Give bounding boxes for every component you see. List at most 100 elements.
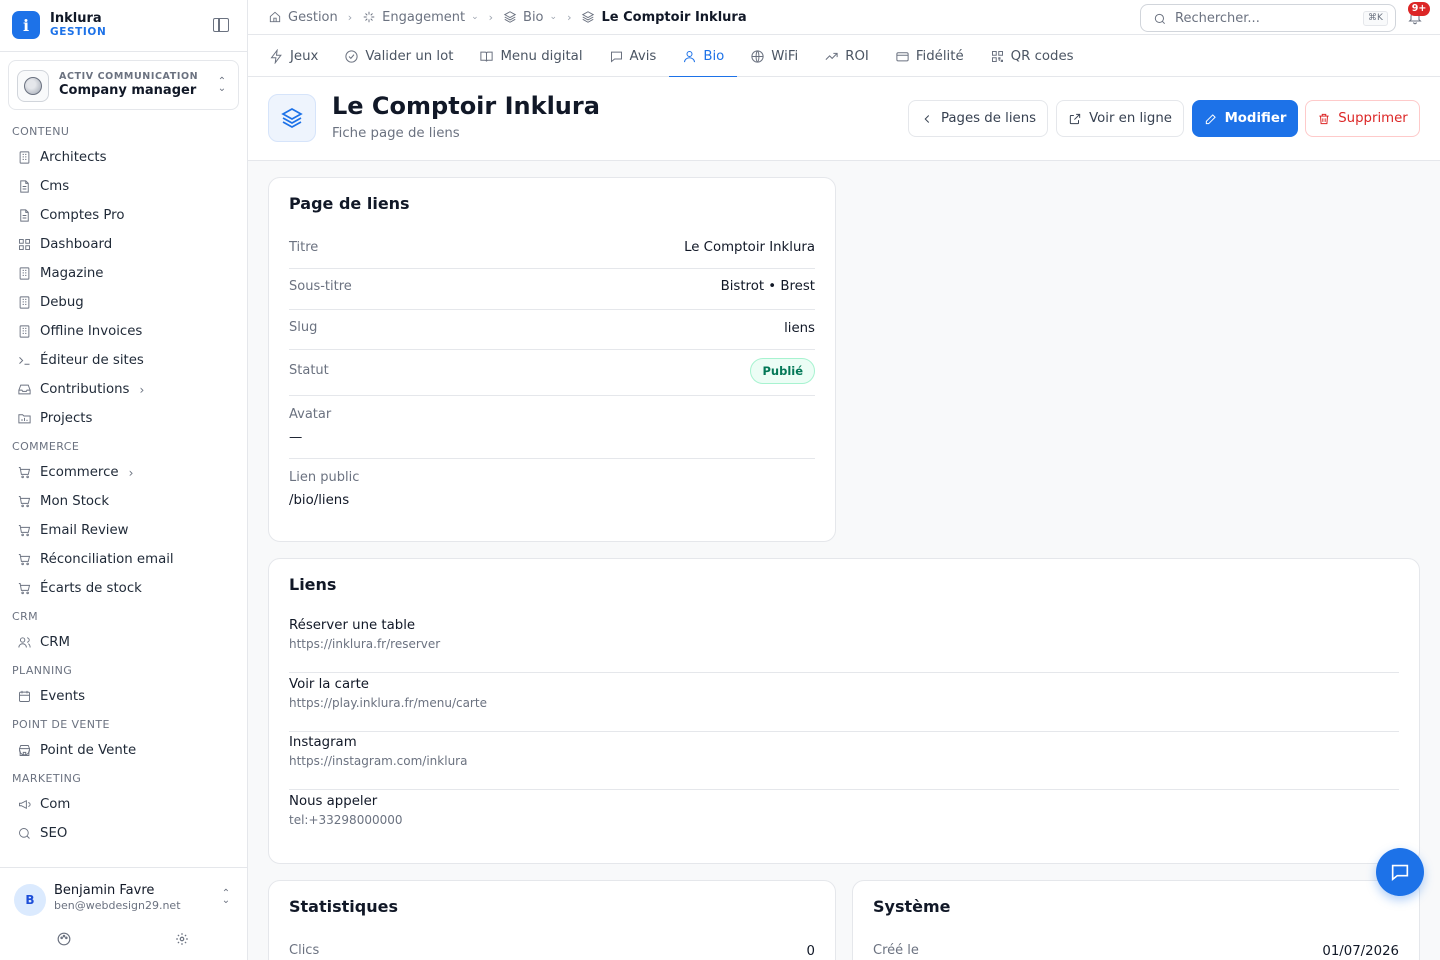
link-title: Voir la carte [289, 676, 369, 692]
sidebar-item-projects[interactable]: Projects [0, 404, 247, 433]
trend-icon [825, 52, 838, 60]
page-title: Le Comptoir Inklura [332, 92, 600, 120]
breadcrumb-item[interactable]: Engagement ⌄ [362, 10, 479, 25]
sidebar-item-comptes-pro[interactable]: Comptes Pro [0, 201, 247, 230]
breadcrumb-label: Bio [523, 9, 544, 25]
sidebar-item-ecommerce[interactable]: Ecommerce › [0, 458, 247, 487]
chat-button[interactable] [1376, 848, 1424, 896]
sidebar-item-label: Contributions [40, 382, 130, 397]
breadcrumb-separator: › [488, 10, 494, 24]
brand-subtitle: GESTION [50, 26, 107, 38]
sidebar-item-com[interactable]: Com [0, 790, 247, 819]
link-url[interactable]: https://inklura.fr/reserver [289, 637, 440, 651]
brand-name: Inklura [50, 11, 102, 26]
megaphone-icon [16, 797, 32, 813]
tab-wifi[interactable]: WiFi [737, 35, 811, 77]
search-input[interactable] [1175, 9, 1355, 27]
link-item[interactable]: Réserver une table https://inklura.fr/res… [289, 614, 1399, 673]
sidebar-item-ecarts-de-stock[interactable]: Écarts de stock [0, 574, 247, 603]
building-icon [19, 267, 29, 280]
sidebar-item-email-review[interactable]: Email Review [0, 516, 247, 545]
row-label: Clics [289, 943, 320, 958]
chevron-updown-icon: ⌃ ⌄ [217, 76, 227, 94]
sidebar-item-cms[interactable]: Cms [0, 172, 247, 201]
link-url[interactable]: https://play.inklura.fr/menu/carte [289, 696, 487, 710]
sidebar-item-label: Mon Stock [40, 494, 110, 509]
bolt-icon [270, 48, 282, 64]
link-item[interactable]: Voir la carte https://play.inklura.fr/men… [289, 673, 1399, 732]
breadcrumb-item[interactable]: Gestion [268, 10, 338, 25]
nav-section-title: PLANNING [12, 664, 73, 677]
tab-bio[interactable]: Bio [669, 35, 738, 78]
cart-icon [16, 552, 32, 568]
sidebar-item-editeur-de-sites[interactable]: Éditeur de sites [0, 346, 247, 375]
brand-logo[interactable]: i [12, 11, 40, 39]
sidebar-item-crm[interactable]: CRM [0, 628, 247, 657]
sidebar-item-label: Com [40, 797, 71, 812]
tab-qr-codes[interactable]: QR codes [977, 35, 1087, 77]
sidebar-item-point-de-vente[interactable]: Point de Vente [0, 736, 247, 765]
sidebar-item-offline-invoices[interactable]: Offline Invoices [0, 317, 247, 346]
link-url[interactable]: tel:+33298000000 [289, 813, 403, 827]
sidebar-item-architects[interactable]: Architects [0, 143, 247, 172]
sidebar-item-label: CRM [40, 635, 70, 650]
breadcrumb-item[interactable]: Bio ⌄ [503, 10, 557, 25]
edit-button[interactable]: Modifier [1192, 100, 1298, 137]
sidebar-item-contributions[interactable]: Contributions › [0, 375, 247, 404]
layers-icon [268, 94, 316, 142]
chevron-right-icon: › [128, 465, 134, 480]
sidebar-item-events[interactable]: Events [0, 682, 247, 711]
view-online-button[interactable]: Voir en ligne [1056, 100, 1184, 137]
company-avatar [17, 70, 49, 102]
status-badge: Publié [750, 358, 815, 384]
public-link[interactable]: /bio/liens [289, 493, 349, 508]
row-label: Titre [289, 240, 319, 255]
sidebar-item-seo[interactable]: SEO [0, 819, 247, 848]
edit-button-label: Modifier [1224, 111, 1287, 126]
search-icon [1154, 13, 1166, 25]
tab-fidelite[interactable]: Fidélité [882, 35, 977, 77]
sidebar-item-label: Réconciliation email [40, 552, 174, 567]
search-box[interactable]: ⌘K [1140, 4, 1396, 32]
sidebar-item-mon-stock[interactable]: Mon Stock [0, 487, 247, 516]
sidebar-item-label: Écarts de stock [40, 581, 142, 596]
sidebar-item-dashboard[interactable]: Dashboard [0, 230, 247, 259]
sidebar: i Inklura GESTION ACTIV COMMUNICATION Co… [0, 0, 248, 960]
tab-menu-digital[interactable]: Menu digital [466, 35, 595, 77]
palette-icon[interactable] [57, 932, 71, 946]
chevron-down-icon[interactable]: ⌄ [471, 12, 479, 22]
row-value: liens [784, 321, 815, 336]
link-title: Instagram [289, 735, 357, 750]
chevron-left-icon [924, 114, 930, 123]
created-value: 01/07/2026 [1322, 944, 1399, 959]
chevron-down-icon[interactable]: ⌄ [550, 12, 558, 22]
company-switcher[interactable]: ACTIV COMMUNICATION Company manager ⌃ ⌄ [8, 60, 239, 110]
sidebar-item-reconciliation-email[interactable]: Réconciliation email [0, 545, 247, 574]
module-tabs: Jeux Valider un lot Menu digital Avis Bio WiF… [248, 35, 1440, 78]
breadcrumb-item: Le Comptoir Inklura [581, 10, 747, 25]
sidebar-item-magazine[interactable]: Magazine [0, 259, 247, 288]
cart-icon [18, 554, 30, 566]
chat-icon [1391, 864, 1409, 882]
delete-button[interactable]: Supprimer [1305, 100, 1420, 137]
tab-roi[interactable]: ROI [811, 35, 882, 77]
user-menu[interactable]: B Benjamin Favre ben@webdesign29.net ⌃ ⌄ [0, 867, 247, 960]
link-item[interactable]: Instagram https://instagram.com/inklura [289, 731, 1399, 790]
building-icon [16, 150, 32, 166]
tab-avis[interactable]: Avis [596, 35, 670, 77]
gear-icon[interactable] [175, 932, 189, 946]
sidebar-toggle-icon[interactable] [213, 18, 229, 32]
link-item[interactable]: Nous appeler tel:+33298000000 [289, 790, 1399, 849]
tab-jeux[interactable]: Jeux [256, 35, 331, 77]
users-icon [16, 635, 32, 651]
link-url[interactable]: https://instagram.com/inklura [289, 754, 467, 768]
tab-valider-un-lot[interactable]: Valider un lot [331, 35, 466, 77]
folder-icon [16, 411, 32, 427]
back-to-pages-button[interactable]: Pages de liens [908, 100, 1048, 137]
tab-label: Fidélité [915, 48, 964, 64]
building-icon [16, 266, 32, 282]
sidebar-item-debug[interactable]: Debug [0, 288, 247, 317]
chevron-updown-icon[interactable]: ⌃ ⌄ [220, 889, 232, 906]
view-button-label: Voir en ligne [1089, 111, 1172, 126]
row-titre: Titre Le Comptoir Inklura [289, 228, 815, 269]
